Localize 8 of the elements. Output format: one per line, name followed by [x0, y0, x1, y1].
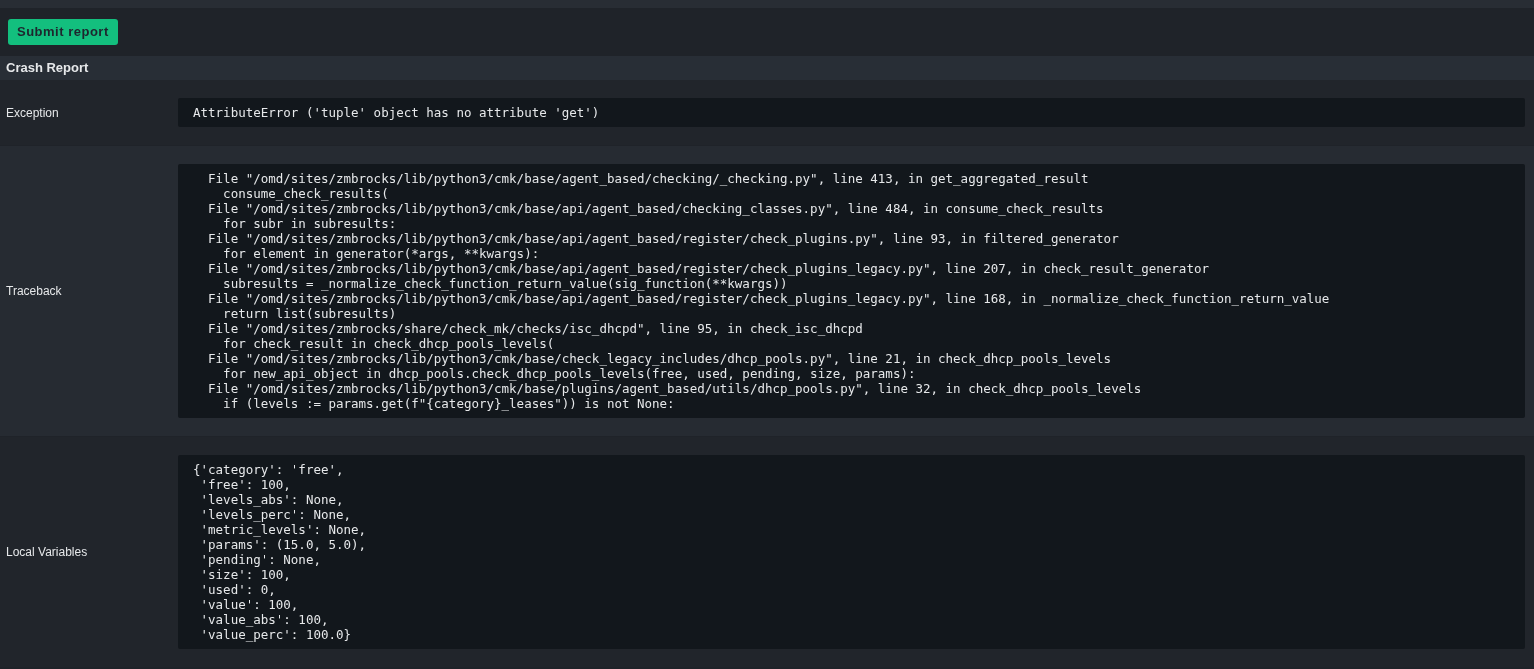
field-label: Exception [5, 104, 60, 122]
code-block: AttributeError ('tuple' object has no attribute 'get') [178, 98, 1525, 127]
submit-report-button[interactable]: Submit report [8, 19, 118, 45]
field-label: Local Variables [5, 544, 89, 561]
code-block: File "/omd/sites/zmbrocks/lib/python3/cmk/base/agent_based/checking/_checking.py", line 413, in get_aggregated_result consume_check_results( File "/omd/sites/zmbrocks/lib/python3/cmk/base/api/agent_based/checking_classes.py", line 484, in consume_check_results for subr in subresults: File "/omd/sites/zmbrocks/lib/python3/cmk/base/api/agent_based/register/check_plugins.py", line 93, in filtered_generator for element in generator(*args, **kwargs): File "/omd/sites/zmbrocks/lib/python3/cmk/base/api/agent_based/register/check_plugins_legacy.py", line 207, in check_result_generator subresults = _normalize_check_function_return_value(sig_function(**kwargs)) File "/omd/sites/zmbrocks/lib/python3/cmk/base/api/agent_based/register/check_plugins_legacy.py", line 168, in _normalize_check_function_return_value return list(subresults) File "/omd/sites/zmbrocks/share/check_mk/checks/isc_dhcpd", line 95, in check_isc_dhcpd for check_result in check_dhcp_pools_levels( File "/omd/sites/zmbrocks/lib/python3/cmk/base/check_legacy_includes/dhcp_pools.py", line 21, in check_dhcp_pools_levels for new_api_object in dhcp_pools.check_dhcp_pools_levels(free, used, pending, size, params): File "/omd/sites/zmbrocks/lib/python3/cmk/base/plugins/agent_based/utils/dhcp_pools.py", line 32, in check_dhcp_pools_levels if (levels := params.get(f"{category}_leases")) is not None: [178, 164, 1525, 418]
section-header: Crash Report [0, 56, 1534, 80]
field-label: Traceback [5, 283, 63, 300]
code-block: {'category': 'free', 'free': 100, 'levels_abs': None, 'levels_perc': None, 'metric_levels': None, 'params': (15.0, 5.0), 'pending': None, 'size': 100, 'used': 0, 'value': 100, 'value_abs': 100, 'value_perc': 100.0} [178, 455, 1525, 649]
